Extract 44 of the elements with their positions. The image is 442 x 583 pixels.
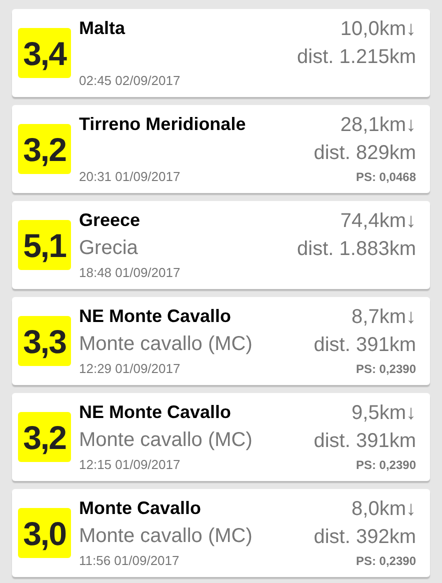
event-region: Monte cavallo (MC) <box>79 332 254 356</box>
distance-text: dist. 1.215km <box>297 45 416 69</box>
ps-text: PS: 0,2390 <box>356 553 416 569</box>
depth-text: 9,5km↓ <box>352 401 416 425</box>
magnitude-badge: 3,3 <box>18 316 71 366</box>
distance-text: dist. 391km <box>314 333 416 357</box>
depth-text: 10,0km↓ <box>340 17 416 41</box>
event-card[interactable]: 3,0 Monte Cavallo Monte cavallo (MC) 11:56 01/09/2017 8,0km↓ dist. 392km PS: 0,2390 <box>12 489 430 577</box>
event-region: Grecia <box>79 236 139 260</box>
event-card[interactable]: 3,2 Tirreno Meridionale 20:31 01/09/2017 28,1km↓ dist. 829km PS: 0,0468 <box>12 105 430 193</box>
magnitude-badge: 3,2 <box>18 124 71 174</box>
event-region: Monte cavallo (MC) <box>79 524 254 548</box>
magnitude-badge: 3,0 <box>18 508 71 558</box>
magnitude-badge: 5,1 <box>18 220 71 270</box>
event-title: Malta <box>79 17 126 39</box>
distance-text: dist. 391km <box>314 429 416 453</box>
event-card[interactable]: 5,1 Greece Grecia 18:48 01/09/2017 74,4km↓ dist. 1.883km <box>12 201 430 289</box>
magnitude-badge: 3,4 <box>18 28 71 78</box>
event-region: Monte cavallo (MC) <box>79 428 254 452</box>
ps-text: PS: 0,2390 <box>356 361 416 377</box>
depth-text: 28,1km↓ <box>340 113 416 137</box>
ps-text: PS: 0,0468 <box>356 169 416 185</box>
distance-text: dist. 1.883km <box>297 237 416 261</box>
distance-text: dist. 392km <box>314 525 416 549</box>
event-card[interactable]: 3,3 NE Monte Cavallo Monte cavallo (MC) 12:29 01/09/2017 8,7km↓ dist. 391km PS: 0,2390 <box>12 297 430 385</box>
event-title: Monte Cavallo <box>79 497 202 519</box>
depth-text: 8,7km↓ <box>352 305 416 329</box>
event-title: NE Monte Cavallo <box>79 305 232 327</box>
magnitude-badge: 3,2 <box>18 412 71 462</box>
event-time: 20:31 01/09/2017 <box>79 169 182 185</box>
distance-text: dist. 829km <box>314 141 416 165</box>
event-time: 12:15 01/09/2017 <box>79 457 182 473</box>
event-time: 18:48 01/09/2017 <box>79 265 182 281</box>
event-title: NE Monte Cavallo <box>79 401 232 423</box>
event-title: Tirreno Meridionale <box>79 113 247 135</box>
event-card[interactable]: 3,4 Malta 02:45 02/09/2017 10,0km↓ dist. 1.215km <box>12 9 430 97</box>
depth-text: 8,0km↓ <box>352 497 416 521</box>
ps-text: PS: 0,2390 <box>356 457 416 473</box>
event-time: 11:56 01/09/2017 <box>79 553 180 569</box>
event-time: 02:45 02/09/2017 <box>79 73 182 89</box>
event-card[interactable]: 3,2 NE Monte Cavallo Monte cavallo (MC) 12:15 01/09/2017 9,5km↓ dist. 391km PS: 0,2390 <box>12 393 430 481</box>
event-time: 12:29 01/09/2017 <box>79 361 182 377</box>
event-title: Greece <box>79 209 142 231</box>
depth-text: 74,4km↓ <box>340 209 416 233</box>
